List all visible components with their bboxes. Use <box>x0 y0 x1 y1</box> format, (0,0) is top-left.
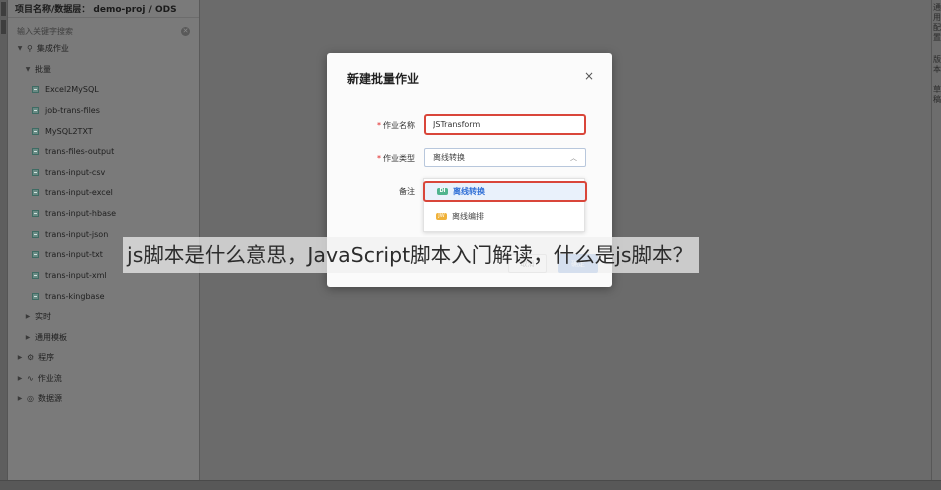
batch-job-icon <box>32 271 39 279</box>
tree-node-workflow[interactable]: ▶ ∿ 作业流 <box>16 370 62 386</box>
left-activity-strip <box>0 0 8 490</box>
tree-node-batch[interactable]: ▼ 批量 <box>24 61 51 77</box>
gear-icon: ⚙ <box>27 352 35 362</box>
batch-job-icon <box>32 292 39 300</box>
batch-job-icon <box>32 85 39 93</box>
right-panel-char: 稿 <box>933 95 941 104</box>
tree-node-realtime[interactable]: ▶ 实时 <box>24 308 51 324</box>
tree-leaf-job[interactable]: trans-input-excel <box>32 184 113 200</box>
required-mark: * <box>377 121 381 130</box>
tree-search-box[interactable]: ✕ <box>12 21 195 41</box>
caret-down-icon[interactable]: ▼ <box>24 66 32 73</box>
tree-leaf-job[interactable]: trans-input-hbase <box>32 205 116 221</box>
integration-job-icon: ⚲ <box>27 43 33 53</box>
remark-label: 备注 <box>399 187 415 196</box>
tree-node-integration-job[interactable]: ▼ ⚲ 集成作业 <box>16 40 69 56</box>
job-type-select[interactable]: 离线转换 ︿ <box>424 148 586 167</box>
dialog-title: 新建批量作业 <box>347 72 420 86</box>
dropdown-option-offline-orchestration[interactable]: JW 离线编排 <box>424 206 586 227</box>
tree-node-common-template[interactable]: ▶ 通用模板 <box>24 329 67 345</box>
batch-job-icon <box>32 209 39 217</box>
tree-node-label: 通用模板 <box>35 332 67 342</box>
orchestration-type-icon: JW <box>436 213 447 220</box>
batch-job-icon <box>32 230 39 238</box>
tree-leaf-job[interactable]: Excel2MySQL <box>32 81 99 97</box>
strip-marker[interactable] <box>1 20 6 34</box>
tree-leaf-label: trans-input-xml <box>45 270 107 280</box>
tree-node-label: 数据源 <box>37 393 62 403</box>
tree-leaf-job[interactable]: trans-files-output <box>32 143 114 159</box>
tree-node-label: 实时 <box>35 311 51 321</box>
batch-job-icon <box>32 168 39 176</box>
dropdown-option-offline-transform[interactable]: DI 离线转换 <box>423 181 587 202</box>
tree-leaf-job[interactable]: trans-input-json <box>32 226 108 242</box>
select-value: 离线转换 <box>433 153 465 162</box>
tree-leaf-label: job-trans-files <box>45 105 100 115</box>
clear-search-icon[interactable]: ✕ <box>181 26 190 36</box>
bottom-status-bar <box>0 480 941 490</box>
caret-right-icon[interactable]: ▶ <box>16 395 24 402</box>
option-label: 离线转换 <box>453 187 485 196</box>
caret-right-icon[interactable]: ▶ <box>16 354 24 361</box>
chevron-up-icon: ︿ <box>570 154 577 162</box>
batch-job-icon <box>32 188 39 196</box>
batch-job-icon <box>32 250 39 258</box>
job-type-dropdown: DI 离线转换 JW 离线编排 <box>423 178 587 232</box>
right-panel-char: 置 <box>933 33 941 42</box>
tree-leaf-job[interactable]: trans-input-xml <box>32 267 107 283</box>
caret-right-icon[interactable]: ▶ <box>24 313 32 320</box>
tree-node-label: 集成作业 <box>36 43 69 53</box>
caret-down-icon[interactable]: ▼ <box>16 45 24 52</box>
tree-node-label: 作业流 <box>37 373 62 383</box>
tree-node-datasource[interactable]: ▶ ◎ 数据源 <box>16 390 62 406</box>
tree-leaf-label: trans-files-output <box>45 146 115 156</box>
job-name-label: * 作业名称 <box>345 120 415 131</box>
tree-leaf-job[interactable]: trans-input-csv <box>32 164 105 180</box>
tree-leaf-label: MySQL2TXT <box>45 126 93 136</box>
datasource-icon: ◎ <box>27 393 34 403</box>
tree-leaf-job[interactable]: job-trans-files <box>32 102 100 118</box>
tree-leaf-label: trans-input-csv <box>45 167 106 177</box>
batch-job-icon <box>32 106 39 114</box>
workflow-icon: ∿ <box>27 373 34 383</box>
transform-type-icon: DI <box>437 188 448 195</box>
batch-job-icon <box>32 127 39 135</box>
tree-leaf-job[interactable]: MySQL2TXT <box>32 123 93 139</box>
tree-leaf-label: trans-input-hbase <box>45 208 117 218</box>
tree-node-program[interactable]: ▶ ⚙ 程序 <box>16 349 54 365</box>
tree-node-label: 批量 <box>35 64 51 74</box>
tree-leaf-label: trans-input-excel <box>45 187 113 197</box>
project-path-header: 项目名称/数据层： demo-proj / ODS <box>8 0 199 18</box>
tree-leaf-label: trans-kingbase <box>45 291 105 301</box>
tree-leaf-label: trans-input-txt <box>45 249 103 259</box>
tree-leaf-job[interactable]: trans-kingbase <box>32 288 105 304</box>
caret-right-icon[interactable]: ▶ <box>16 375 24 382</box>
tree-leaf-label: trans-input-json <box>45 229 109 239</box>
batch-job-icon <box>32 147 39 155</box>
tree-leaf-label: Excel2MySQL <box>45 84 99 94</box>
required-mark: * <box>377 154 381 163</box>
label-text: 作业名称 <box>383 121 415 130</box>
tree-search-input[interactable] <box>17 26 177 36</box>
right-panel-char: 本 <box>933 65 941 74</box>
job-type-label: * 作业类型 <box>345 153 415 164</box>
tree-leaf-job[interactable]: trans-input-txt <box>32 246 103 262</box>
label-text: 作业类型 <box>383 154 415 163</box>
tree-node-label: 程序 <box>38 352 55 362</box>
close-icon[interactable]: × <box>584 69 594 83</box>
strip-marker[interactable] <box>1 2 6 16</box>
right-side-panel: 通 用 配 置 版 本 草 稿 <box>931 0 941 490</box>
job-name-input[interactable] <box>424 114 586 135</box>
caret-right-icon[interactable]: ▶ <box>24 334 32 341</box>
option-label: 离线编排 <box>452 212 484 221</box>
watermark-caption: js脚本是什么意思，JavaScript脚本入门解读，什么是js脚本？ <box>123 237 700 273</box>
